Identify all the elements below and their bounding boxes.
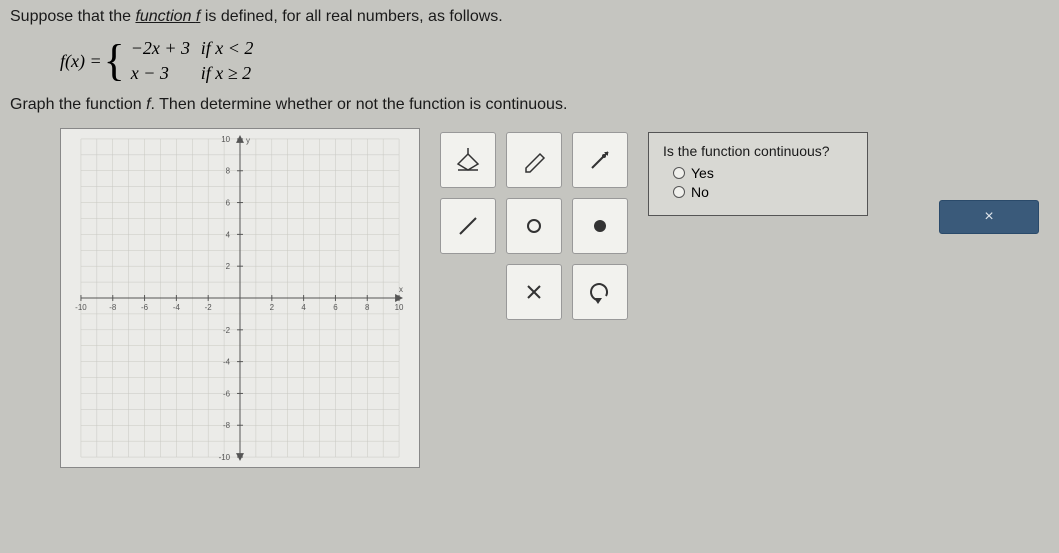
svg-text:-6: -6 (141, 303, 149, 312)
svg-text:-4: -4 (223, 358, 231, 367)
fill-tool-icon (452, 144, 484, 176)
fx-label: f(x) = (60, 51, 102, 72)
closed-point-icon (584, 210, 616, 242)
prompt-graph: Graph the function f. Then determine whe… (10, 96, 1049, 114)
radio-yes-label: Yes (691, 165, 714, 181)
svg-text:-6: -6 (223, 389, 231, 398)
delete-icon (518, 276, 550, 308)
open-point-tool[interactable] (506, 198, 562, 254)
svg-text:10: 10 (221, 135, 230, 144)
radio-yes[interactable]: Yes (673, 165, 853, 181)
segment-tool-icon (452, 210, 484, 242)
piecewise-definition: f(x) = { −2x + 3 if x < 2 x − 3 if x ≥ 2 (60, 38, 1049, 84)
svg-text:4: 4 (301, 303, 306, 312)
ray-tool-icon (584, 144, 616, 176)
piece-2: x − 3 if x ≥ 2 (131, 63, 254, 84)
svg-text:x: x (399, 285, 403, 294)
fill-tool[interactable] (440, 132, 496, 188)
left-brace: { (104, 43, 125, 78)
svg-text:4: 4 (226, 230, 231, 239)
prompt2-a: Graph the function (10, 96, 146, 113)
graph-canvas[interactable]: x y -10 -8 -6 -4 -2 2 4 6 8 10 -10 -8 -6 -4 -2 2 4 6 8 10 (60, 128, 420, 468)
continuity-question: Is the function continuous? Yes No (648, 132, 868, 216)
svg-text:-8: -8 (223, 421, 231, 430)
svg-text:-2: -2 (223, 326, 231, 335)
piece-1-cond: if x < 2 (201, 38, 254, 59)
problem-intro: Suppose that the function f is defined, … (10, 8, 1049, 26)
axes: x y (81, 135, 403, 461)
radio-yes-circle[interactable] (673, 167, 685, 179)
undo-icon (584, 276, 616, 308)
close-button[interactable]: × (939, 200, 1039, 234)
svg-text:-10: -10 (219, 453, 231, 462)
svg-text:8: 8 (365, 303, 370, 312)
svg-text:10: 10 (395, 303, 404, 312)
svg-text:-10: -10 (75, 303, 87, 312)
pen-tool[interactable] (506, 132, 562, 188)
piece-1-expr: −2x + 3 (131, 38, 191, 59)
svg-text:-4: -4 (173, 303, 181, 312)
piece-1: −2x + 3 if x < 2 (131, 38, 254, 59)
delete-tool[interactable] (506, 264, 562, 320)
svg-text:2: 2 (226, 262, 231, 271)
piece-2-expr: x − 3 (131, 63, 191, 84)
svg-text:-2: -2 (205, 303, 213, 312)
svg-text:6: 6 (226, 199, 231, 208)
close-icon: × (984, 208, 993, 226)
piece-2-cond: if x ≥ 2 (201, 63, 251, 84)
pen-tool-icon (518, 144, 550, 176)
radio-no-label: No (691, 184, 709, 200)
function-link-word[interactable]: function (135, 8, 195, 25)
prompt2-b: . Then determine whether or not the func… (151, 96, 568, 113)
segment-tool[interactable] (440, 198, 496, 254)
svg-text:-8: -8 (109, 303, 117, 312)
svg-text:6: 6 (333, 303, 338, 312)
ray-tool[interactable] (572, 132, 628, 188)
intro-text-1: Suppose that the (10, 8, 135, 25)
open-point-icon (518, 210, 550, 242)
pieces: −2x + 3 if x < 2 x − 3 if x ≥ 2 (131, 38, 254, 84)
intro-text-2: is defined, for all real numbers, as fol… (200, 8, 502, 25)
question-title: Is the function continuous? (663, 143, 853, 159)
svg-text:y: y (246, 136, 250, 145)
radio-no[interactable]: No (673, 184, 853, 200)
radio-no-circle[interactable] (673, 186, 685, 198)
undo-tool[interactable] (572, 264, 628, 320)
closed-point-tool[interactable] (572, 198, 628, 254)
tool-palette (440, 132, 628, 320)
svg-text:8: 8 (226, 167, 231, 176)
graph-svg: x y -10 -8 -6 -4 -2 2 4 6 8 10 -10 -8 -6 -4 -2 2 4 6 8 10 (61, 129, 419, 467)
svg-text:2: 2 (270, 303, 275, 312)
